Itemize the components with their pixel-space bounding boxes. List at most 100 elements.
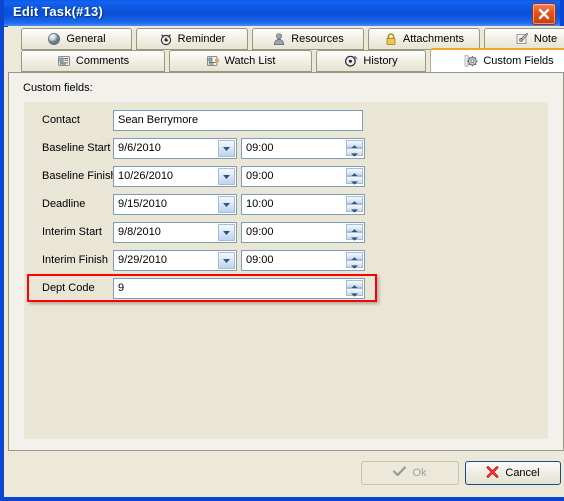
spinner-buttons[interactable]: [346, 280, 363, 297]
cancel-button-label: Cancel: [505, 467, 540, 479]
baseline-start-date-combo[interactable]: 9/6/2010: [113, 138, 237, 159]
title-bar: Edit Task(#13): [4, 0, 560, 27]
tab-label: Comments: [75, 55, 130, 67]
field-value: 09:00: [246, 254, 274, 266]
tab-resources[interactable]: Resources: [252, 28, 364, 50]
tab-label: Resources: [291, 33, 344, 45]
spinner-buttons[interactable]: [346, 252, 363, 269]
tab-row-2: Comments Watch List History Custom Fields: [8, 48, 564, 74]
tab-comments[interactable]: Comments: [21, 50, 165, 72]
tab-label: Watch List: [224, 55, 276, 67]
interim-finish-date-combo[interactable]: 9/29/2010: [113, 250, 237, 271]
tab-watch-list[interactable]: Watch List: [169, 50, 312, 72]
spinner-down-icon[interactable]: [346, 148, 363, 157]
custom-fields-heading: Custom fields:: [23, 82, 93, 94]
tab-attachments[interactable]: Attachments: [368, 28, 480, 50]
field-value: 9/6/2010: [118, 142, 161, 154]
field-row-baseline-finish: Baseline Finish 10/26/2010 09:00: [24, 164, 548, 190]
tab-general[interactable]: General: [21, 28, 132, 50]
contact-input[interactable]: Sean Berrymore: [113, 110, 363, 131]
dept-code-input[interactable]: 9: [113, 278, 365, 299]
ok-button-label: Ok: [412, 467, 427, 479]
chevron-down-icon[interactable]: [218, 140, 235, 157]
field-value: 9/15/2010: [118, 198, 167, 210]
tab-label: General: [66, 33, 106, 45]
interim-start-date-combo[interactable]: 9/8/2010: [113, 222, 237, 243]
field-label-baseline-start: Baseline Start: [42, 142, 111, 154]
close-icon[interactable]: [532, 3, 556, 25]
person-icon: [272, 32, 286, 46]
clock-icon: [344, 54, 358, 68]
field-label-interim-start: Interim Start: [42, 226, 102, 238]
field-value: 09:00: [246, 142, 274, 154]
field-row-interim-finish: Interim Finish 9/29/2010 09:00: [24, 248, 548, 274]
field-label-baseline-finish: Baseline Finish: [42, 170, 117, 182]
field-value: 09:00: [246, 170, 274, 182]
field-value: 10:00: [246, 198, 274, 210]
tab-reminder[interactable]: Reminder: [136, 28, 248, 50]
alarm-clock-icon: [159, 32, 173, 46]
cancel-button[interactable]: Cancel: [465, 461, 561, 485]
comment-card-icon: [57, 54, 71, 68]
ok-button[interactable]: Ok: [361, 461, 459, 485]
field-value: Sean Berrymore: [118, 114, 199, 126]
field-row-deadline: Deadline 9/15/2010 10:00: [24, 192, 548, 218]
field-label-contact: Contact: [42, 114, 80, 126]
tab-label: Custom Fields: [483, 55, 554, 67]
sphere-icon: [47, 32, 61, 46]
field-label-deadline: Deadline: [42, 198, 86, 210]
chevron-down-icon[interactable]: [218, 252, 235, 269]
tab-history[interactable]: History: [316, 50, 426, 72]
spinner-down-icon[interactable]: [346, 288, 363, 297]
tab-note[interactable]: Note: [484, 28, 564, 50]
spinner-buttons[interactable]: [346, 168, 363, 185]
baseline-finish-date-combo[interactable]: 10/26/2010: [113, 166, 237, 187]
spinner-up-icon[interactable]: [346, 140, 363, 149]
spinner-down-icon[interactable]: [346, 204, 363, 213]
interim-start-time-spinner[interactable]: 09:00: [241, 222, 365, 243]
interim-finish-time-spinner[interactable]: 09:00: [241, 250, 365, 271]
field-row-contact: Contact Sean Berrymore: [24, 108, 548, 134]
chevron-down-icon[interactable]: [218, 168, 235, 185]
field-value: 9/8/2010: [118, 226, 161, 238]
spinner-buttons[interactable]: [346, 224, 363, 241]
gear-icon: [464, 54, 478, 68]
spinner-down-icon[interactable]: [346, 232, 363, 241]
spinner-up-icon[interactable]: [346, 280, 363, 289]
field-row-baseline-start: Baseline Start 9/6/2010 09:00: [24, 136, 548, 162]
spinner-down-icon[interactable]: [346, 176, 363, 185]
field-label-dept-code: Dept Code: [42, 282, 95, 294]
spinner-up-icon[interactable]: [346, 196, 363, 205]
tab-custom-fields[interactable]: Custom Fields: [430, 48, 564, 72]
spinner-up-icon[interactable]: [346, 168, 363, 177]
chevron-down-icon[interactable]: [218, 224, 235, 241]
baseline-finish-time-spinner[interactable]: 09:00: [241, 166, 365, 187]
spinner-up-icon[interactable]: [346, 224, 363, 233]
spinner-buttons[interactable]: [346, 140, 363, 157]
spinner-buttons[interactable]: [346, 196, 363, 213]
checkmark-icon: [393, 466, 407, 480]
spinner-down-icon[interactable]: [346, 260, 363, 269]
tab-label: Reminder: [177, 33, 226, 45]
tab-label: Attachments: [402, 33, 465, 45]
baseline-start-time-spinner[interactable]: 09:00: [241, 138, 365, 159]
field-value: 9: [118, 282, 125, 294]
deadline-time-spinner[interactable]: 10:00: [241, 194, 365, 215]
pushpin-note-icon: [515, 32, 529, 46]
field-label-interim-finish: Interim Finish: [42, 254, 109, 266]
deadline-date-combo[interactable]: 9/15/2010: [113, 194, 237, 215]
field-row-dept-code: Dept Code 9: [24, 276, 548, 302]
dialog-footer: Ok Cancel: [8, 451, 564, 497]
spinner-up-icon[interactable]: [346, 252, 363, 261]
tab-strip: General Reminder Resources Attachments Note …: [8, 26, 564, 74]
red-x-icon: [486, 465, 499, 481]
field-value: 9/29/2010: [118, 254, 167, 266]
field-row-interim-start: Interim Start 9/8/2010 09:00: [24, 220, 548, 246]
chevron-down-icon[interactable]: [218, 196, 235, 213]
field-value: 10/26/2010: [118, 170, 174, 182]
custom-fields-tab-page: Custom fields: Contact Sean Berrymore Base…: [8, 72, 564, 451]
watch-list-icon: [206, 54, 220, 68]
padlock-icon: [384, 32, 398, 46]
tab-label: Note: [533, 33, 558, 45]
window-title: Edit Task(#13): [13, 4, 103, 19]
